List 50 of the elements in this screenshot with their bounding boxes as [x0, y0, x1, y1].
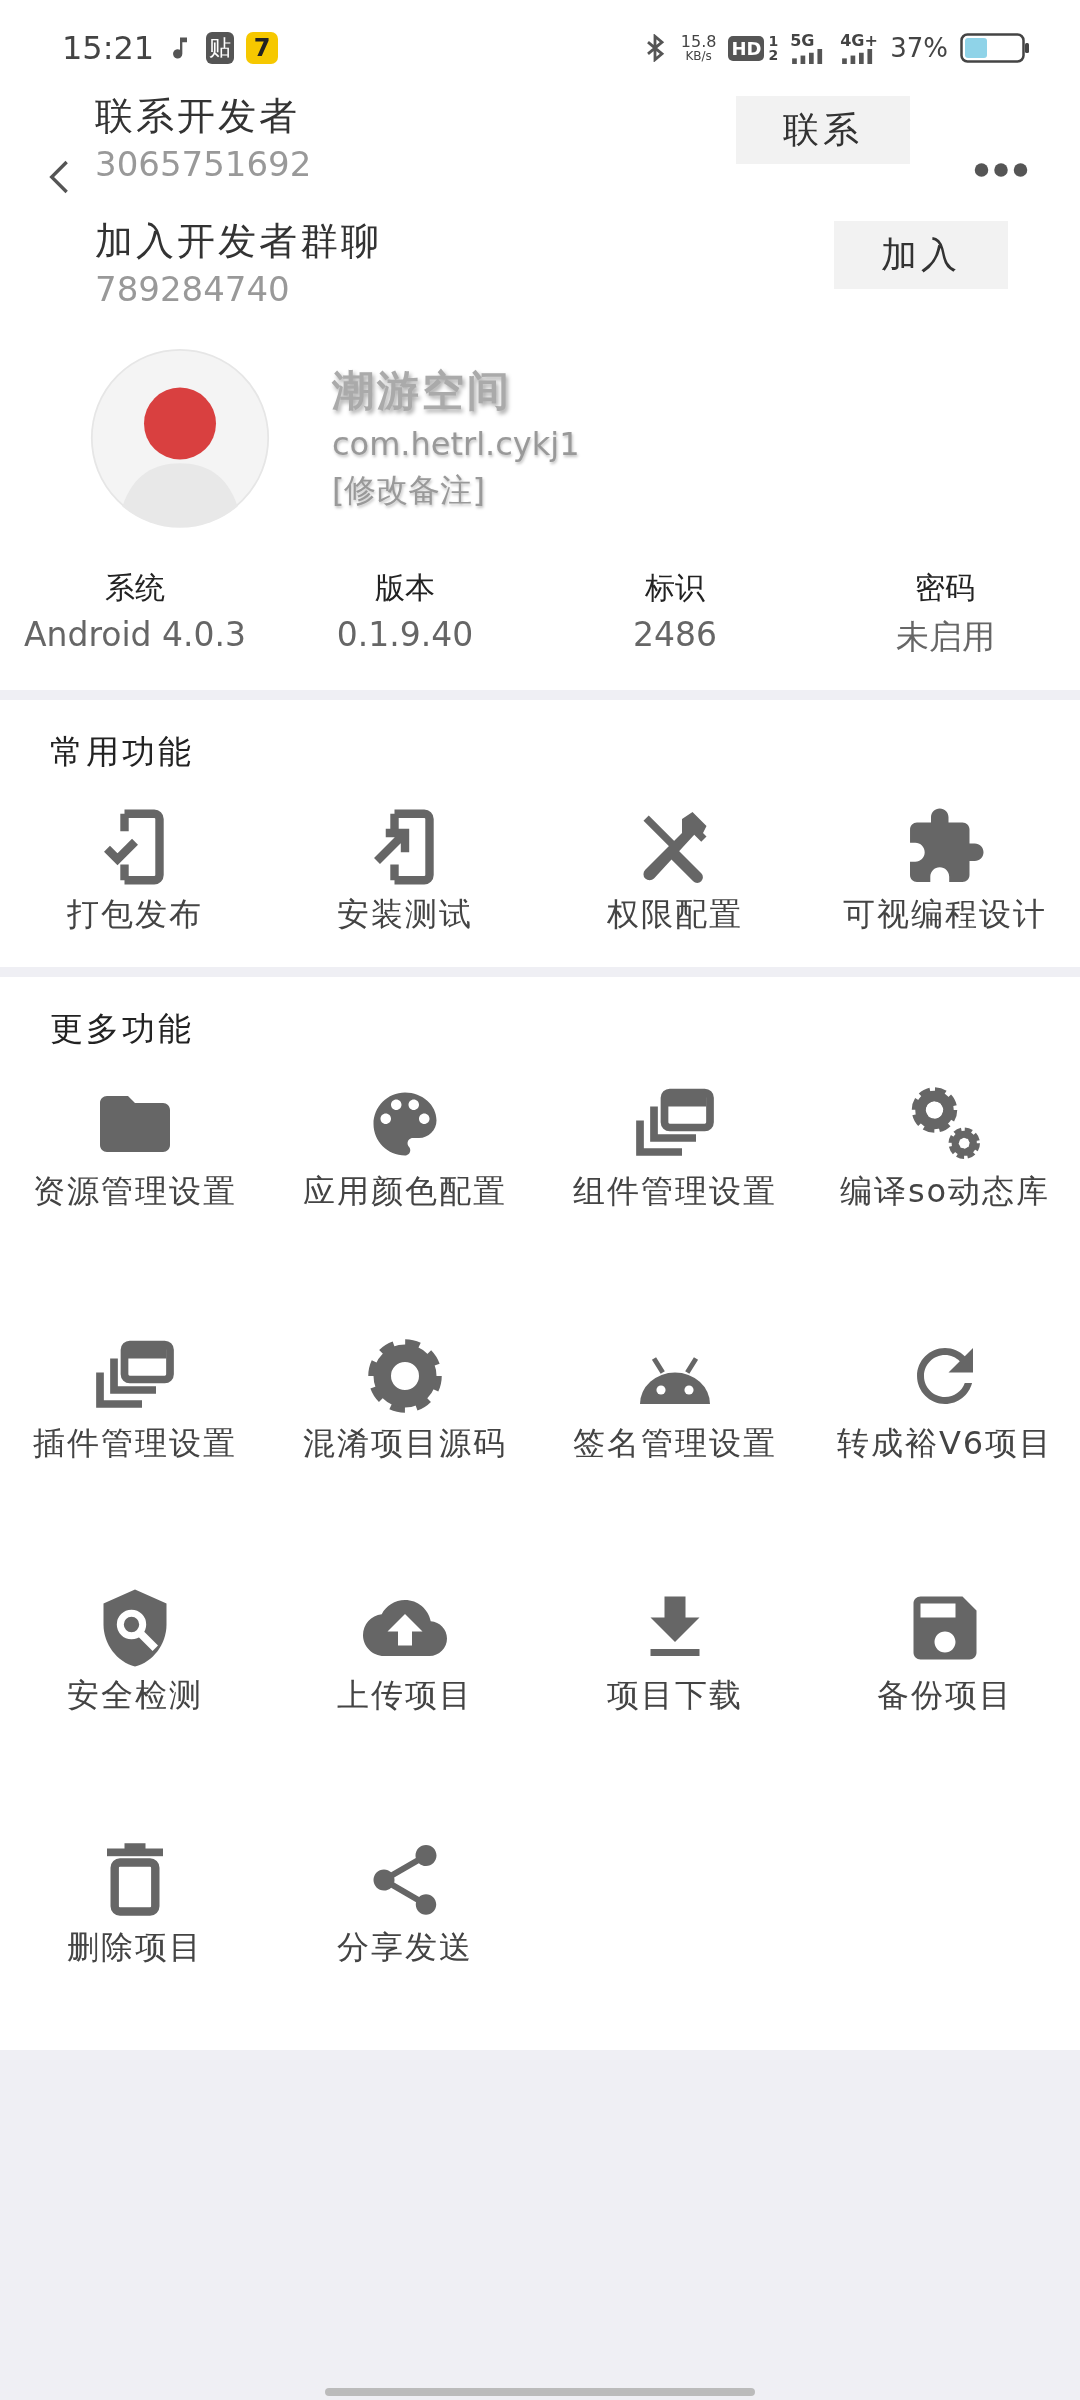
section-title: 常用功能 [49, 731, 195, 773]
action-button[interactable]: 加入 [834, 221, 1008, 289]
section-title: 更多功能 [49, 1008, 195, 1050]
clock: 15:21 [62, 29, 155, 67]
feature-button[interactable]: 项目下载 [607, 1576, 743, 1728]
hd-badge: HD [728, 35, 765, 61]
feature-button[interactable]: 可视编程设计 [843, 795, 1047, 947]
feature-button[interactable]: 混淆项目源码 [303, 1324, 507, 1476]
action-button[interactable]: 联系 [736, 96, 910, 164]
feature-button[interactable]: 安全检测 [67, 1576, 203, 1728]
battery-percent: 37% [890, 33, 948, 63]
feature-button[interactable]: 权限配置 [607, 795, 743, 947]
project-name: 潮游空间 [332, 365, 513, 417]
stat-label: 版本 [375, 569, 435, 607]
feature-button[interactable]: 安装测试 [337, 795, 473, 947]
stat-value: 2486 [633, 615, 717, 654]
contact-number: 789284740 [95, 268, 291, 311]
feature-button[interactable]: 分享发送 [337, 1828, 473, 1980]
feature-button[interactable]: 资源管理设置 [33, 1072, 237, 1224]
stat-label: 系统 [105, 569, 165, 607]
feature-button[interactable]: 删除项目 [67, 1828, 203, 1980]
home-indicator[interactable] [325, 2388, 755, 2396]
sim-slot-number: 2 [768, 48, 779, 62]
feature-button[interactable]: 组件管理设置 [573, 1072, 777, 1224]
contact-title: 加入开发者群聊 [95, 218, 382, 265]
app-icon: 7 [246, 32, 279, 64]
sim-slot-number: 1 [768, 34, 779, 48]
stat-value: 未启用 [895, 616, 995, 658]
stat-value: Android 4.0.3 [23, 615, 246, 654]
feature-button[interactable]: 编译so动态库 [839, 1072, 1051, 1224]
contact-title: 联系开发者 [95, 93, 301, 140]
stat-label: 标识 [645, 569, 705, 607]
feature-button[interactable]: 备份项目 [877, 1576, 1013, 1728]
feature-button[interactable]: 打包发布 [67, 795, 203, 947]
more-icon [974, 162, 1028, 178]
battery-icon [960, 33, 1030, 63]
feature-button[interactable]: 插件管理设置 [33, 1324, 237, 1476]
notification-icon: 贴 [206, 32, 235, 64]
feature-button[interactable]: 签名管理设置 [573, 1324, 777, 1476]
stat-value: 0.1.9.40 [336, 615, 474, 654]
feature-button[interactable]: 应用颜色配置 [303, 1072, 507, 1224]
network-type: 4G+ [840, 32, 878, 49]
package-name: com.hetrl.cykj1 [332, 425, 580, 463]
feature-button[interactable]: 上传项目 [337, 1576, 473, 1728]
speed-unit: KB/s [685, 50, 712, 62]
network-type: 5G [790, 32, 815, 49]
stat-label: 密码 [915, 569, 975, 607]
contact-number: 3065751692 [95, 143, 312, 186]
speed-text: 15.8 [680, 34, 717, 50]
feature-button[interactable]: 转成裕V6项目 [836, 1324, 1054, 1476]
